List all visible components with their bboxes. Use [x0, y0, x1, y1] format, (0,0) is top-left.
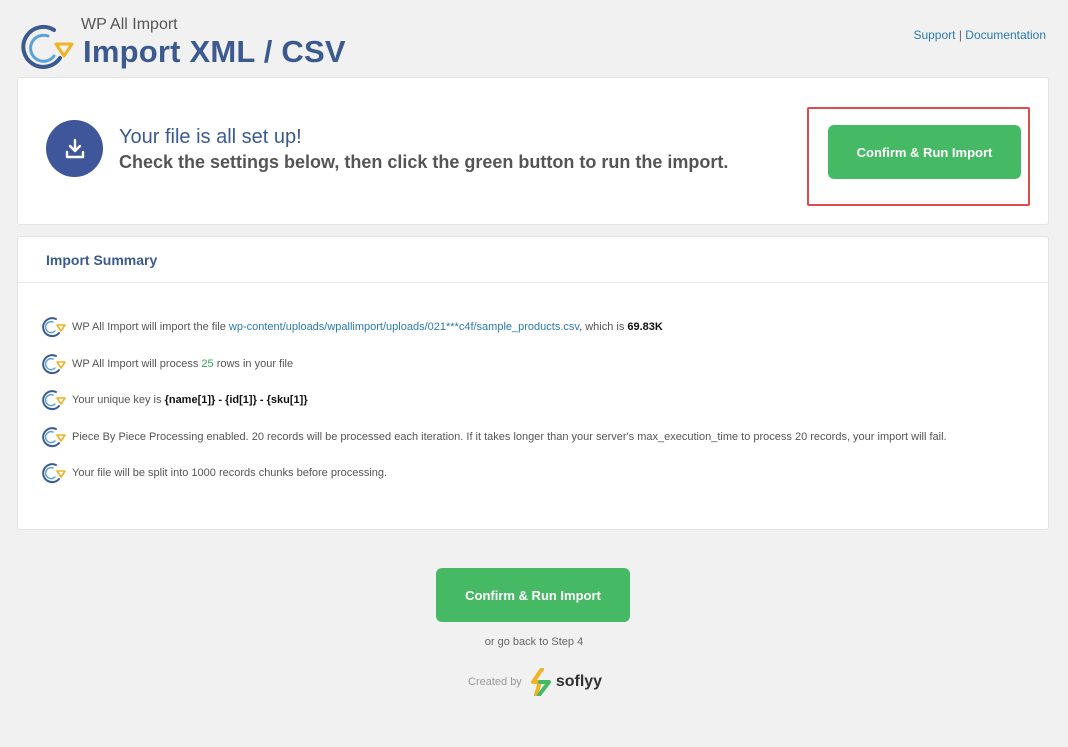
- brand-name: soflyy: [555, 673, 603, 690]
- documentation-link[interactable]: Documentation: [965, 28, 1046, 42]
- download-icon: [46, 120, 103, 177]
- summary-text: WP All Import will process: [72, 357, 199, 370]
- app-name: WP All Import: [81, 16, 178, 33]
- setup-card: Your file is all set up! Check the setti…: [17, 77, 1049, 225]
- file-path-link[interactable]: wp-content/uploads/wpallimport/uploads/0…: [229, 321, 579, 333]
- setup-title: Your file is all set up!: [119, 126, 302, 148]
- file-size: 69.83K: [627, 321, 663, 334]
- created-by: Created by soflyy: [468, 667, 602, 697]
- row-count: 25: [201, 357, 214, 370]
- refresh-arrow-icon: [42, 390, 66, 411]
- refresh-arrow-icon: [42, 426, 66, 447]
- summary-item-piece-processing: Piece By Piece Processing enabled. 20 re…: [40, 419, 1040, 456]
- summary-title: Import Summary: [46, 252, 158, 268]
- top-links: Support | Documentation: [913, 28, 1046, 42]
- unique-key: {name[1]} - {id[1]} - {sku[1]}: [164, 394, 308, 407]
- confirm-run-import-button-bottom[interactable]: Confirm & Run Import: [436, 568, 630, 622]
- summary-text: Your file will be split into 1000 record…: [72, 467, 388, 480]
- soflyy-brand[interactable]: soflyy: [530, 668, 602, 696]
- created-by-label: Created by: [468, 676, 522, 688]
- refresh-arrow-icon: [42, 353, 66, 374]
- summary-text: rows in your file: [216, 357, 294, 370]
- setup-subtitle: Check the settings below, then click the…: [119, 152, 729, 172]
- summary-item-split: Your file will be split into 1000 record…: [40, 455, 1040, 492]
- summary-item-rows: WP All Import will process 25 rows in yo…: [40, 346, 1040, 383]
- wpai-logo-icon: [21, 24, 74, 69]
- support-link[interactable]: Support: [913, 28, 955, 42]
- refresh-arrow-icon: [42, 317, 66, 338]
- soflyy-logo-icon: [530, 668, 551, 696]
- summary-item-file: WP All Import will import the file wp-co…: [40, 309, 1040, 346]
- summary-header: Import Summary: [18, 237, 1048, 283]
- link-separator: |: [958, 28, 962, 42]
- summary-text: WP All Import will import the file: [72, 321, 226, 334]
- back-link-text[interactable]: or go back to Step 4: [485, 636, 583, 648]
- summary-item-unique-key: Your unique key is {name[1]} - {id[1]} -…: [40, 382, 1040, 419]
- refresh-arrow-icon: [42, 463, 66, 484]
- summary-text: Your unique key is: [72, 394, 162, 407]
- page-title: Import XML / CSV: [83, 34, 346, 69]
- summary-text: Piece By Piece Processing enabled. 20 re…: [72, 430, 947, 443]
- back-to-step-link: or go back to Step 4: [0, 636, 1068, 648]
- summary-text: , which is: [579, 321, 625, 334]
- page-header: WP All Import Import XML / CSV Support |…: [14, 14, 1054, 74]
- import-summary-card: Import Summary WP All Import will import…: [17, 236, 1049, 530]
- confirm-run-import-button[interactable]: Confirm & Run Import: [828, 125, 1021, 179]
- summary-list: WP All Import will import the file wp-co…: [40, 309, 1040, 492]
